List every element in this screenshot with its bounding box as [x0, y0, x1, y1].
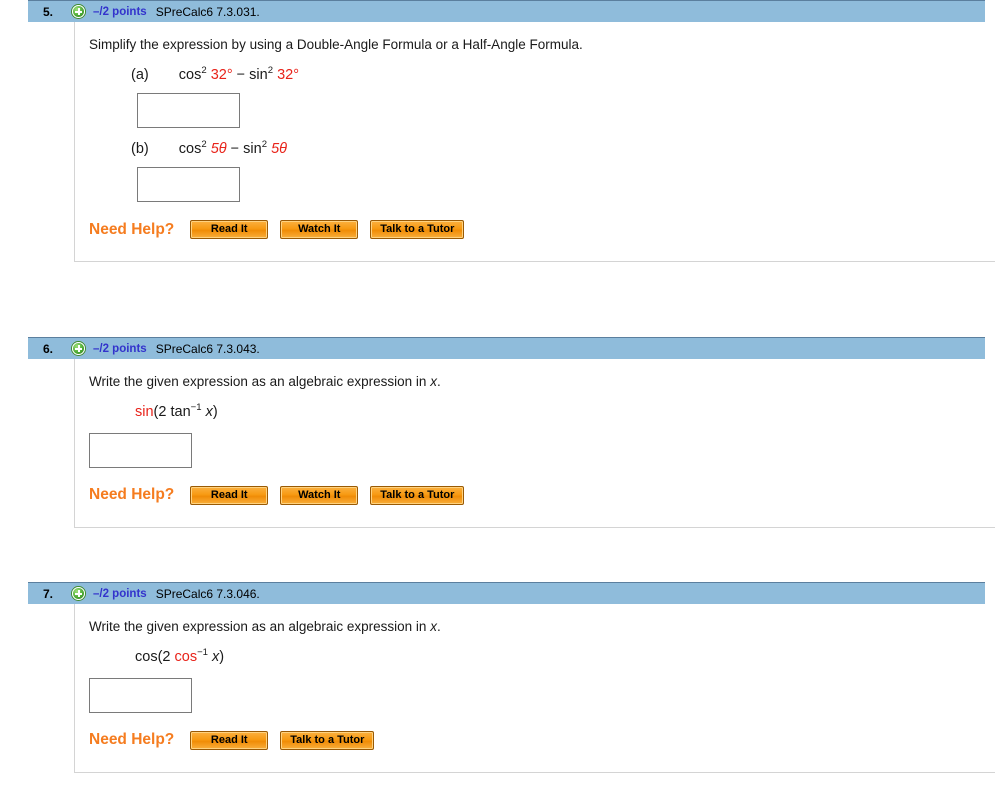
problem-statement: Write the given expression as an algebra…	[89, 619, 441, 634]
points-label: –/2 points	[93, 5, 147, 18]
variable-x: x	[430, 619, 437, 634]
need-help-row-5: Need Help? Read It Watch It Talk to a Tu…	[75, 202, 995, 261]
answer-wrap	[75, 421, 995, 468]
plus-circle-icon[interactable]	[72, 5, 85, 18]
assignment-page: { "theme": { "header_bg": "#8fbcdb", "he…	[0, 0, 995, 809]
math-expression: sin(2 tan−1 x)	[75, 391, 995, 421]
problem-header-5: 5. –/2 points SPreCalc6 7.3.031.	[28, 0, 985, 22]
points-label: –/2 points	[93, 587, 147, 600]
points-label: –/2 points	[93, 342, 147, 355]
answer-wrap-a	[75, 84, 995, 128]
variable-x: x	[430, 374, 437, 389]
problem-statement: Write the given expression as an algebra…	[89, 374, 441, 389]
talk-to-tutor-button[interactable]: Talk to a Tutor	[280, 730, 375, 750]
part-label-a: (a)	[131, 66, 149, 83]
problem-body-7: Write the given expression as an algebra…	[74, 604, 995, 773]
expression: cos(2 cos−1 x)	[135, 646, 225, 665]
answer-input[interactable]	[89, 432, 192, 468]
math-expression-b: (b) cos2 5θ − sin2 5θ	[75, 128, 995, 158]
answer-wrap	[75, 666, 995, 713]
expression-a: cos2 32° − sin2 32°	[178, 64, 300, 83]
question-reference: SPreCalc6 7.3.043.	[155, 341, 260, 356]
plus-circle-icon[interactable]	[72, 342, 85, 355]
answer-input[interactable]	[89, 677, 192, 713]
math-expression: cos(2 cos−1 x)	[75, 636, 995, 666]
math-expression-a: (a) cos2 32° − sin2 32°	[75, 54, 995, 84]
statement-text: Simplify the expression by using a Doubl…	[89, 37, 583, 52]
need-help-label: Need Help?	[89, 220, 175, 238]
plus-circle-icon[interactable]	[72, 587, 85, 600]
read-it-button[interactable]: Read It	[190, 220, 269, 240]
talk-to-tutor-button[interactable]: Talk to a Tutor	[370, 485, 465, 505]
talk-to-tutor-button[interactable]: Talk to a Tutor	[370, 220, 465, 240]
need-help-row-7: Need Help? Read It Talk to a Tutor	[75, 713, 995, 772]
problem-number: 6.	[42, 341, 53, 356]
problem-number: 5.	[42, 4, 53, 19]
read-it-button[interactable]: Read It	[190, 485, 269, 505]
answer-input-b[interactable]	[137, 167, 240, 203]
answer-input-a[interactable]	[137, 92, 240, 128]
part-label-b: (b)	[131, 140, 149, 157]
problem-header-7: 7. –/2 points SPreCalc6 7.3.046.	[28, 582, 985, 604]
need-help-row-6: Need Help? Read It Watch It Talk to a Tu…	[75, 468, 995, 527]
expression: sin(2 tan−1 x)	[135, 401, 218, 420]
watch-it-button[interactable]: Watch It	[280, 485, 359, 505]
problem-body-5: Simplify the expression by using a Doubl…	[74, 22, 995, 263]
watch-it-button[interactable]: Watch It	[280, 220, 359, 240]
expression-b: cos2 5θ − sin2 5θ	[178, 139, 288, 157]
need-help-label: Need Help?	[89, 731, 175, 749]
answer-wrap-b	[75, 158, 995, 203]
problem-body-6: Write the given expression as an algebra…	[74, 359, 995, 528]
problem-statement: Simplify the expression by using a Doubl…	[75, 22, 995, 54]
problem-header-6: 6. –/2 points SPreCalc6 7.3.043.	[28, 337, 985, 359]
read-it-button[interactable]: Read It	[190, 730, 269, 750]
question-reference: SPreCalc6 7.3.046.	[155, 586, 260, 601]
question-reference: SPreCalc6 7.3.031.	[155, 4, 260, 19]
need-help-label: Need Help?	[89, 486, 175, 504]
problem-number: 7.	[42, 586, 53, 601]
